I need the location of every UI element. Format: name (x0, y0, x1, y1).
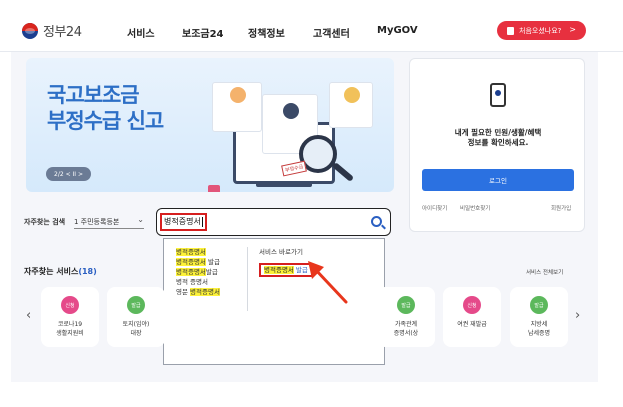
frequent-services-title: 자주찾는 서비스(18) (24, 266, 97, 277)
site-header: 정부24 서비스 보조금24 정책정보 고객센터 MyGOV 처음오셨나요? > (0, 0, 623, 52)
suggestion-prefix: 병적 증명서 (176, 278, 208, 286)
person-avatar-illustration (344, 87, 360, 103)
service-label: 가족관계 증명서(상 (393, 321, 419, 337)
nav-item-mygov[interactable]: MyGOV (377, 25, 418, 36)
find-id-link[interactable]: 아이디찾기 (422, 204, 447, 212)
logo-text: 정부24 (43, 25, 82, 40)
bookmark-icon (507, 26, 514, 35)
service-card[interactable]: 신청 여권 재발급 (443, 287, 501, 347)
suggestion-suffix: 발급 (205, 268, 218, 276)
search-input[interactable]: 병적증명서 (160, 213, 207, 231)
login-message-line1: 내게 필요한 민원/생활/혜택 (454, 128, 542, 137)
service-label: 코로나19 생활지원비 (56, 321, 84, 337)
service-card[interactable]: 발급 토지(임야) 대장 (107, 287, 165, 347)
view-all-services-link[interactable]: 서비스 전체보기 (526, 268, 563, 276)
frequent-search-selected: 1 주민등록등본 (74, 218, 120, 226)
search-box[interactable]: 병적증명서 (156, 208, 391, 236)
plant-pot-illustration (208, 185, 220, 192)
carousel-next-icon[interactable]: › (575, 308, 580, 323)
nav-item-policy-info[interactable]: 정책정보 (248, 25, 285, 40)
government-emblem-icon (22, 22, 38, 39)
service-badge: 발급 (530, 296, 548, 314)
annotation-arrow-icon (308, 261, 348, 304)
suggestion-match: 병적증명서 (190, 288, 220, 296)
frequent-search-select[interactable]: 1 주민등록등본 ⌄ (74, 213, 144, 229)
first-visit-label: 처음오셨나요? (519, 26, 562, 35)
nav-item-services[interactable]: 서비스 (127, 25, 155, 40)
service-badge: 신청 (61, 296, 79, 314)
service-card[interactable]: 신청 코로나19 생활지원비 (41, 287, 99, 347)
first-visit-button[interactable]: 처음오셨나요? > (497, 21, 586, 40)
service-badge: 발급 (127, 296, 145, 314)
document-card-illustration (212, 82, 262, 132)
login-panel: 내게 필요한 민원/생활/혜택 정보를 확인하세요. 로그인 아이디찾기 비밀번… (409, 58, 585, 232)
login-message-line2: 정보를 확인하세요. (467, 138, 529, 147)
suggestion-list: 병적증명서 병적증명서 발급 병적증명서발급 병적 증명서 영문 병적증명서 (176, 247, 220, 297)
mobile-phone-icon (490, 83, 506, 107)
document-card-illustration (329, 82, 373, 128)
login-button[interactable]: 로그인 (422, 169, 574, 191)
person-avatar-illustration (230, 87, 246, 103)
chevron-down-icon: ⌄ (137, 215, 144, 224)
service-card[interactable]: 발급 지방세 납세증명 (510, 287, 568, 347)
service-shortcut-heading: 서비스 바로가기 (259, 248, 303, 256)
banner-title-line2: 부정수급 신고 (47, 109, 164, 133)
dropdown-divider (247, 247, 248, 311)
nav-item-subsidy24[interactable]: 보조금24 (182, 25, 224, 40)
suggestion-item[interactable]: 병적증명서발급 (176, 267, 220, 277)
suggestion-item[interactable]: 영문 병적증명서 (176, 287, 220, 297)
service-badge: 발급 (397, 296, 415, 314)
services-title-text: 자주찾는 서비스 (24, 267, 79, 276)
monitor-base-illustration (256, 182, 312, 187)
service-label: 지방세 납세증명 (527, 321, 551, 337)
text-caret (201, 217, 203, 227)
search-icon[interactable] (371, 216, 382, 227)
magnifier-handle-illustration (331, 161, 355, 183)
site-logo[interactable]: 정부24 (22, 21, 82, 40)
search-query-text: 병적증명서 (164, 217, 201, 226)
frequent-search-label: 자주찾는 검색 (24, 218, 66, 226)
service-label: 토지(임야) 대장 (122, 321, 150, 337)
chevron-right-icon: > (569, 25, 576, 34)
banner-pager[interactable]: 2/2 < II > (46, 167, 91, 181)
autocomplete-dropdown: 병적증명서 병적증명서 발급 병적증명서발급 병적 증명서 영문 병적증명서 서… (163, 238, 385, 365)
carousel-prev-icon[interactable]: ‹ (26, 308, 31, 323)
suggestion-match: 병적증명서 (176, 248, 206, 256)
nav-item-customer-center[interactable]: 고객센터 (313, 25, 350, 40)
signup-link[interactable]: 회원가입 (551, 204, 571, 212)
service-card[interactable]: 발급 가족관계 증명서(상 (377, 287, 435, 347)
shortcut-match: 병적증명서 (264, 266, 294, 274)
hero-banner[interactable]: 국고보조금 부정수급 신고 2/2 < II > 부정수급 (26, 58, 394, 192)
find-password-link[interactable]: 비밀번호찾기 (460, 204, 490, 212)
suggestion-match: 병적증명서 (176, 268, 206, 276)
person-avatar-illustration (283, 103, 299, 119)
login-message: 내게 필요한 민원/생활/혜택 정보를 확인하세요. (410, 128, 586, 148)
suggestion-item[interactable]: 병적증명서 발급 (176, 257, 220, 267)
suggestion-prefix: 영문 (176, 288, 191, 296)
suggestion-item[interactable]: 병적증명서 (176, 247, 220, 257)
service-badge: 신청 (463, 296, 481, 314)
services-count: (18) (78, 267, 97, 276)
service-label: 여권 재발급 (457, 321, 487, 328)
suggestion-match: 병적증명서 (176, 258, 206, 266)
suggestion-suffix: 발급 (205, 258, 220, 266)
suggestion-item[interactable]: 병적 증명서 (176, 277, 220, 287)
